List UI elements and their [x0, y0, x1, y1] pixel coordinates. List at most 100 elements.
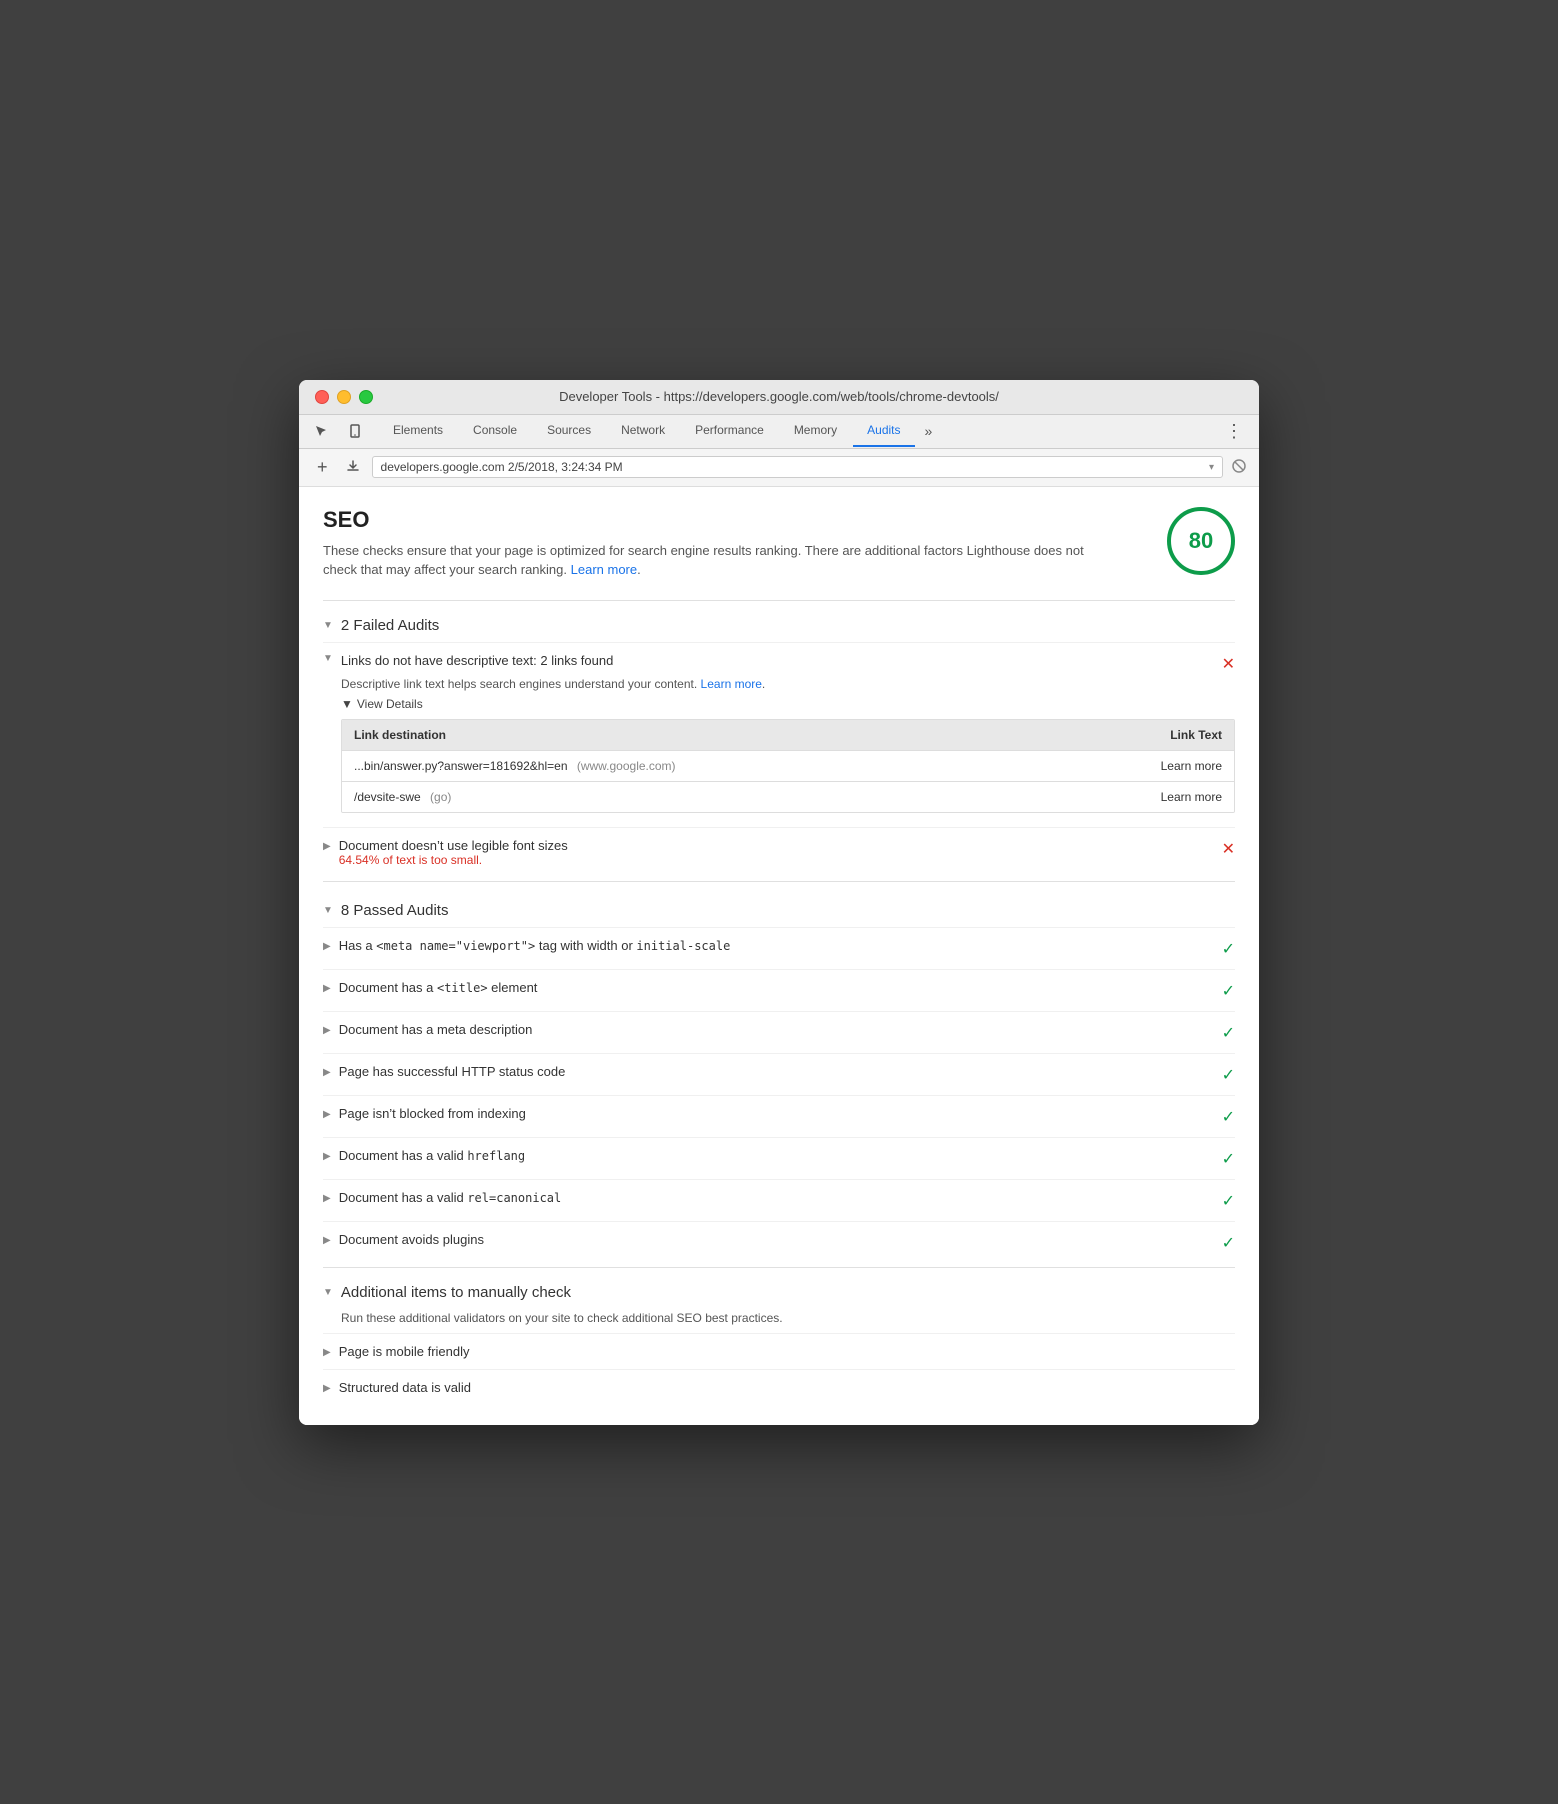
tab-audits[interactable]: Audits [853, 415, 914, 447]
passed-6-chevron-icon[interactable]: ▶ [323, 1151, 331, 1162]
passed-audit-7: ▶ Document has a valid rel=canonical ✓ [323, 1179, 1235, 1221]
additional-2-chevron-icon[interactable]: ▶ [323, 1383, 331, 1394]
audit-1-title: Links do not have descriptive text: 2 li… [341, 653, 613, 668]
additional-1-chevron-icon[interactable]: ▶ [323, 1347, 331, 1358]
passed-audits-section: ▼ 8 Passed Audits ▶ Has a <meta name="vi… [323, 890, 1235, 1263]
passed-audit-7-header: ▶ Document has a valid rel=canonical ✓ [323, 1190, 1235, 1211]
additional-header[interactable]: ▼ Additional items to manually check [323, 1272, 1235, 1309]
passed-audit-1: ▶ Has a <meta name="viewport"> tag with … [323, 927, 1235, 969]
additional-audit-2-left: ▶ Structured data is valid [323, 1380, 1235, 1395]
minimize-button[interactable] [337, 390, 351, 404]
url-main-2: /devsite-swe [354, 790, 421, 804]
close-button[interactable] [315, 390, 329, 404]
passed-audit-2: ▶ Document has a <title> element ✓ [323, 969, 1235, 1011]
tab-performance[interactable]: Performance [681, 415, 778, 447]
tab-sources[interactable]: Sources [533, 415, 605, 447]
audit-1-chevron-icon[interactable]: ▼ [323, 653, 333, 664]
dropdown-arrow-icon: ▾ [1209, 462, 1214, 473]
passed-4-pass-icon: ✓ [1222, 1065, 1235, 1085]
passed-6-title: Document has a valid hreflang [339, 1148, 525, 1163]
tab-network[interactable]: Network [607, 415, 679, 447]
view-details: ▼ View Details Link destination Link Tex… [341, 697, 1235, 813]
passed-audit-5-header: ▶ Page isn’t blocked from indexing ✓ [323, 1106, 1235, 1127]
tab-console[interactable]: Console [459, 415, 531, 447]
td-linktext-1: Learn more [1094, 751, 1234, 781]
audit-1-fail-icon: ✕ [1222, 654, 1235, 674]
additional-description: Run these additional validators on your … [341, 1311, 1235, 1325]
table-row: ...bin/answer.py?answer=181692&hl=en (ww… [342, 750, 1234, 781]
more-tabs-button[interactable]: » [917, 417, 941, 445]
passed-6-pass-icon: ✓ [1222, 1149, 1235, 1169]
url-secondary-1: (www.google.com) [577, 759, 676, 773]
passed-7-title: Document has a valid rel=canonical [339, 1190, 562, 1205]
window-title: Developer Tools - https://developers.goo… [559, 389, 999, 404]
passed-4-title: Page has successful HTTP status code [339, 1064, 566, 1079]
tab-elements[interactable]: Elements [379, 415, 457, 447]
passed-8-pass-icon: ✓ [1222, 1233, 1235, 1253]
failed-audits-header[interactable]: ▼ 2 Failed Audits [323, 605, 1235, 642]
passed-audit-3-header: ▶ Document has a meta description ✓ [323, 1022, 1235, 1043]
seo-learn-more-link[interactable]: Learn more [571, 562, 637, 577]
passed-2-pass-icon: ✓ [1222, 981, 1235, 1001]
audit-1-learn-more-link[interactable]: Learn more [701, 677, 762, 691]
title-bar: Developer Tools - https://developers.goo… [299, 380, 1259, 415]
cursor-icon[interactable] [307, 417, 335, 445]
passed-1-title: Has a <meta name="viewport"> tag with wi… [339, 938, 731, 953]
failed-chevron-icon: ▼ [323, 620, 333, 631]
add-button[interactable]: + [311, 455, 334, 480]
section-divider [323, 600, 1235, 601]
passed-8-chevron-icon[interactable]: ▶ [323, 1235, 331, 1246]
passed-7-chevron-icon[interactable]: ▶ [323, 1193, 331, 1204]
additional-audit-2: ▶ Structured data is valid [323, 1369, 1235, 1405]
passed-audit-6-header: ▶ Document has a valid hreflang ✓ [323, 1148, 1235, 1169]
passed-audit-5: ▶ Page isn’t blocked from indexing ✓ [323, 1095, 1235, 1137]
mobile-icon[interactable] [341, 417, 369, 445]
passed-3-pass-icon: ✓ [1222, 1023, 1235, 1043]
audit-2-chevron-icon[interactable]: ▶ [323, 841, 331, 852]
passed-audit-1-header: ▶ Has a <meta name="viewport"> tag with … [323, 938, 1235, 959]
additional-audit-2-header: ▶ Structured data is valid [323, 1380, 1235, 1395]
additional-audit-1-left: ▶ Page is mobile friendly [323, 1344, 1235, 1359]
passed-8-title: Document avoids plugins [339, 1232, 484, 1247]
td-destination-1: ...bin/answer.py?answer=181692&hl=en (ww… [342, 751, 1094, 781]
tab-memory[interactable]: Memory [780, 415, 851, 447]
passed-chevron-icon: ▼ [323, 905, 333, 916]
additional-section: ▼ Additional items to manually check Run… [323, 1272, 1235, 1405]
seo-header: SEO These checks ensure that your page i… [323, 507, 1235, 580]
maximize-button[interactable] [359, 390, 373, 404]
passed-2-title: Document has a <title> element [339, 980, 538, 995]
passed-4-chevron-icon[interactable]: ▶ [323, 1067, 331, 1078]
seo-title: SEO [323, 507, 1103, 533]
failed-audit-1-left: ▼ Links do not have descriptive text: 2 … [323, 653, 1214, 668]
failed-audit-1-header: ▼ Links do not have descriptive text: 2 … [323, 653, 1235, 674]
address-input[interactable]: developers.google.com 2/5/2018, 3:24:34 … [372, 456, 1223, 478]
more-options-button[interactable]: ⋮ [1217, 415, 1251, 448]
audit-2-fail-icon: ✕ [1222, 839, 1235, 859]
passed-2-chevron-icon[interactable]: ▶ [323, 983, 331, 994]
block-icon[interactable] [1231, 458, 1247, 477]
audit-2-title: Document doesn’t use legible font sizes [339, 838, 568, 853]
passed-3-chevron-icon[interactable]: ▶ [323, 1025, 331, 1036]
passed-audit-8-header: ▶ Document avoids plugins ✓ [323, 1232, 1235, 1253]
table-row-2: /devsite-swe (go) Learn more [342, 781, 1234, 812]
additional-1-title: Page is mobile friendly [339, 1344, 470, 1359]
failed-audit-2-header: ▶ Document doesn’t use legible font size… [323, 838, 1235, 867]
passed-audit-6: ▶ Document has a valid hreflang ✓ [323, 1137, 1235, 1179]
passed-audit-7-left: ▶ Document has a valid rel=canonical [323, 1190, 1214, 1205]
passed-audits-header[interactable]: ▼ 8 Passed Audits [323, 890, 1235, 927]
passed-1-chevron-icon[interactable]: ▶ [323, 941, 331, 952]
failed-audit-2: ▶ Document doesn’t use legible font size… [323, 827, 1235, 877]
download-button[interactable] [342, 457, 364, 478]
th-destination: Link destination [342, 720, 1094, 750]
passed-1-pass-icon: ✓ [1222, 939, 1235, 959]
passed-5-pass-icon: ✓ [1222, 1107, 1235, 1127]
passed-audit-3-left: ▶ Document has a meta description [323, 1022, 1214, 1037]
passed-audit-4-left: ▶ Page has successful HTTP status code [323, 1064, 1214, 1079]
audit-2-error: 64.54% of text is too small. [339, 853, 568, 867]
passed-5-chevron-icon[interactable]: ▶ [323, 1109, 331, 1120]
url-main-1: ...bin/answer.py?answer=181692&hl=en [354, 759, 568, 773]
passed-7-pass-icon: ✓ [1222, 1191, 1235, 1211]
view-details-toggle[interactable]: ▼ View Details [341, 697, 1235, 711]
toolbar-icons [307, 417, 369, 445]
additional-audit-1-header: ▶ Page is mobile friendly [323, 1344, 1235, 1359]
